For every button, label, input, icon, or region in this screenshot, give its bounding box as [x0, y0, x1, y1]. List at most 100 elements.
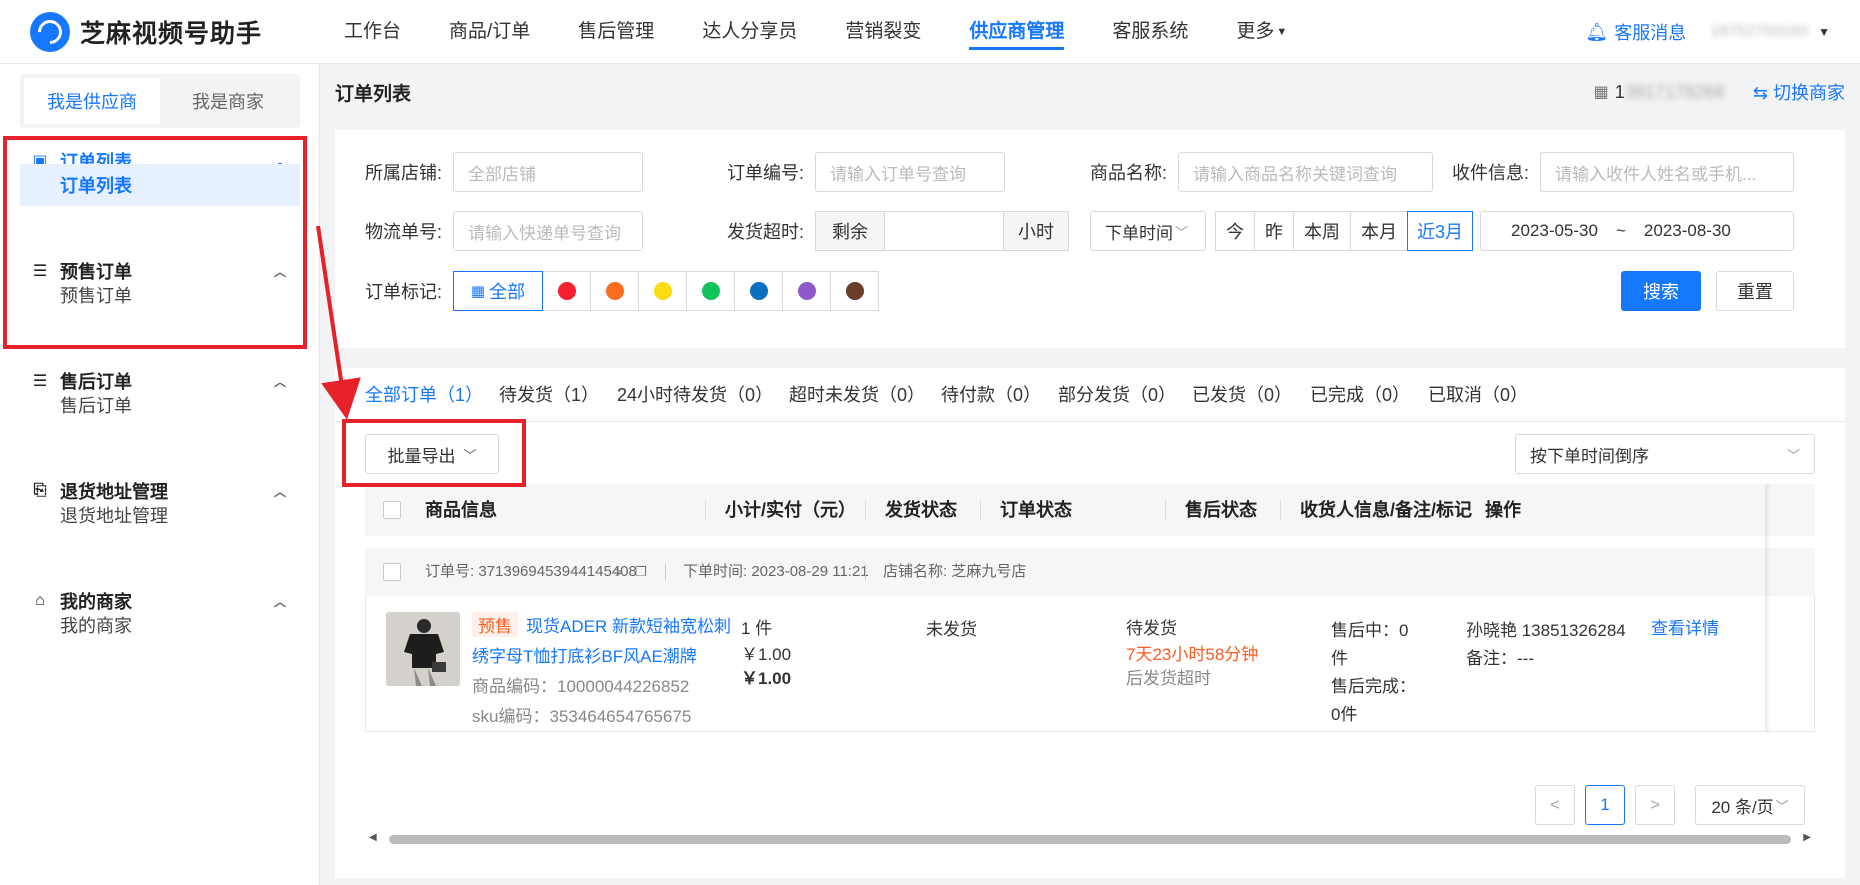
page-1-button[interactable]: 1 — [1585, 785, 1625, 825]
column-divider — [1165, 500, 1166, 520]
nav-item-workbench[interactable]: 工作台 — [320, 0, 425, 64]
select-all-checkbox[interactable] — [383, 501, 401, 519]
range-3months-button[interactable]: 近3月 — [1407, 211, 1473, 251]
role-merchant-button[interactable]: 我是商家 — [160, 78, 296, 124]
product-name-input[interactable]: 请输入商品名称关键词查询 — [1178, 152, 1433, 192]
mark-yellow-button[interactable] — [638, 271, 687, 311]
scrollbar-thumb[interactable] — [389, 835, 1791, 844]
order-status: 待发货 — [1126, 619, 1177, 638]
column-receiver: 收货人信息/备注/标记 — [1300, 500, 1473, 520]
column-actions: 操作 — [1485, 500, 1521, 520]
time-type-select[interactable]: 下单时间 ﹀ — [1090, 211, 1206, 251]
nav-item-supplier[interactable]: 供应商管理 — [945, 0, 1088, 64]
scroll-left-icon[interactable]: ◀ — [369, 832, 377, 843]
order-checkbox[interactable] — [383, 563, 401, 581]
mark-all-button[interactable]: ▦ 全部 — [453, 271, 543, 311]
tab-overdue[interactable]: 超时未发货（0） — [789, 368, 925, 422]
blue-dot-icon — [749, 282, 768, 300]
tab-partial-shipped[interactable]: 部分发货（0） — [1058, 368, 1176, 422]
quantity: 1 件 — [741, 619, 773, 638]
date-start: 2023-05-30 — [1511, 221, 1598, 240]
overdue-suffix: 小时 — [1003, 211, 1069, 251]
range-week-button[interactable]: 本周 — [1293, 211, 1351, 251]
nav-item-aftersale[interactable]: 售后管理 — [554, 0, 678, 64]
highlight-box-sidebar — [3, 136, 307, 349]
role-supplier-button[interactable]: 我是供应商 — [24, 78, 160, 124]
switch-merchant-label: 切换商家 — [1773, 83, 1845, 103]
product-title-line2[interactable]: 绣字母T恤打底衫BF风AE潮牌 — [472, 642, 697, 667]
chevron-down-icon: ﹀ — [1175, 224, 1189, 240]
app-logo[interactable]: 芝麻视频号助手 — [30, 11, 320, 52]
order-no-label: 订单号: — [425, 563, 475, 580]
order-time-value: 2023-08-29 11:21 — [751, 563, 869, 580]
nav-item-influencer[interactable]: 达人分享员 — [678, 0, 821, 64]
store-blurred: 3917178268 — [1624, 81, 1725, 102]
sidebar-item-return-address[interactable]: 退货地址管理 — [20, 494, 300, 536]
horizontal-scrollbar[interactable]: ◀ ▶ — [365, 832, 1815, 846]
mark-blue-button[interactable] — [734, 271, 783, 311]
product-thumbnail[interactable] — [386, 612, 460, 686]
mark-orange-button[interactable] — [590, 271, 639, 311]
chevron-right-icon[interactable]: > — [615, 548, 623, 596]
search-button[interactable]: 搜索 — [1621, 271, 1701, 311]
range-month-button[interactable]: 本月 — [1350, 211, 1408, 251]
order-row: 预售 现货ADER 新款短袖宽松刺 绣字母T恤打底衫BF风AE潮牌 商品编码：10… — [365, 596, 1815, 732]
copy-icon[interactable]: ❐ — [635, 548, 647, 596]
tab-cancelled[interactable]: 已取消（0） — [1428, 368, 1528, 422]
range-yesterday-button[interactable]: 昨 — [1254, 211, 1294, 251]
store-select[interactable]: 全部店铺 — [453, 152, 643, 192]
switch-merchant-link[interactable]: ⇆ 切换商家 — [1753, 79, 1845, 105]
nav-item-marketing[interactable]: 营销裂变 — [821, 0, 945, 64]
tab-24h-to-ship[interactable]: 24小时待发货（0） — [617, 368, 773, 422]
reset-button[interactable]: 重置 — [1716, 271, 1794, 311]
prev-page-button[interactable]: < — [1535, 785, 1575, 825]
logistics-input[interactable]: 请输入快递单号查询 — [453, 211, 643, 251]
filter-panel: 所属店铺: 全部店铺 订单编号: 请输入订单号查询 商品名称: 请输入商品名称关… — [335, 130, 1845, 348]
order-no-input[interactable]: 请输入订单号查询 — [815, 152, 1005, 192]
tab-unpaid[interactable]: 待付款（0） — [941, 368, 1041, 422]
column-product: 商品信息 — [425, 500, 497, 520]
caret-down-icon: ▼ — [1276, 25, 1288, 38]
user-phone[interactable]: 18752750160 — [1710, 23, 1808, 41]
page-size-select[interactable]: 20 条/页 ﹀ — [1695, 785, 1805, 825]
date-range-picker[interactable]: 2023-05-30 ~ 2023-08-30 — [1480, 211, 1794, 251]
bell-icon[interactable]: 🔔︎ — [1585, 22, 1608, 43]
receiver-label: 收件信息: — [1452, 163, 1530, 183]
nav-item-customer-service[interactable]: 客服系统 — [1088, 0, 1212, 64]
column-divider — [865, 500, 866, 520]
presale-tag: 预售 — [472, 612, 518, 637]
sidebar-item-merchant[interactable]: 我的商家 — [20, 604, 300, 646]
view-detail-link[interactable]: 查看详情 — [1651, 614, 1719, 639]
logo-icon — [30, 11, 70, 52]
highlight-box-export — [342, 419, 526, 487]
tab-all-orders[interactable]: 全部订单（1） — [365, 368, 483, 422]
overdue-hours-input[interactable] — [884, 211, 1004, 251]
mark-green-button[interactable] — [686, 271, 735, 311]
range-today-button[interactable]: 今 — [1215, 211, 1255, 251]
mark-brown-button[interactable] — [830, 271, 879, 311]
tab-to-ship[interactable]: 待发货（1） — [499, 368, 599, 422]
sidebar-item-aftersale[interactable]: 售后订单 — [20, 384, 300, 426]
tab-shipped[interactable]: 已发货（0） — [1192, 368, 1292, 422]
customer-message-link[interactable]: 客服消息 — [1614, 19, 1686, 45]
order-list-panel: 全部订单（1） 待发货（1） 24小时待发货（0） 超时未发货（0） 待付款（0… — [335, 368, 1845, 878]
scroll-right-icon[interactable]: ▶ — [1803, 832, 1811, 843]
divider — [665, 564, 666, 580]
mark-purple-button[interactable] — [782, 271, 831, 311]
product-title[interactable]: 预售 现货ADER 新款短袖宽松刺 — [472, 612, 731, 637]
logistics-label: 物流单号: — [365, 222, 443, 242]
sort-select[interactable]: 按下单时间倒序 ﹀ — [1515, 434, 1815, 474]
next-page-button[interactable]: > — [1635, 785, 1675, 825]
receiver-info: 孙晓艳 13851326284 — [1466, 621, 1626, 640]
column-order-status: 订单状态 — [1000, 500, 1072, 520]
user-menu-caret-icon[interactable]: ▼ — [1818, 25, 1830, 39]
tab-completed[interactable]: 已完成（0） — [1310, 368, 1410, 422]
receiver-input[interactable]: 请输入收件人姓名或手机... — [1540, 152, 1794, 192]
mark-red-button[interactable] — [542, 271, 591, 311]
order-mark-label: 订单标记: — [365, 282, 443, 302]
order-no: 订单号: 3713969453944145408 — [425, 548, 637, 596]
aftersale-in-progress-unit: 件 — [1331, 649, 1348, 668]
nav-item-goods-orders[interactable]: 商品/订单 — [425, 0, 554, 64]
aftersale-in-progress: 售后中：0 — [1331, 621, 1409, 640]
nav-item-more[interactable]: 更多 ▼ — [1212, 0, 1311, 64]
